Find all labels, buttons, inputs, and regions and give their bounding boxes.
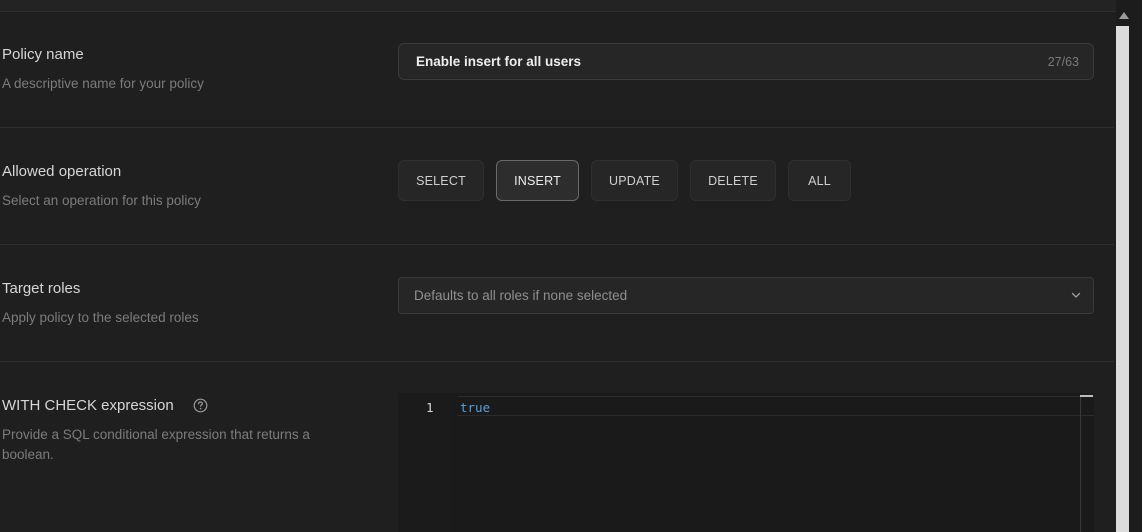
operation-update-button[interactable]: UPDATE [591, 160, 678, 201]
line-number: 1 [426, 400, 434, 415]
operation-all-button[interactable]: ALL [788, 160, 851, 201]
question-circle-icon[interactable] [193, 398, 208, 413]
character-count: 27/63 [1047, 55, 1079, 69]
sql-code-editor[interactable]: 1 true [398, 393, 1094, 532]
target-roles-description: Apply policy to the selected roles [2, 310, 199, 325]
scroll-up-arrow-icon[interactable] [1119, 12, 1129, 19]
operation-insert-button[interactable]: INSERT [496, 160, 579, 201]
allowed-operation-label: Allowed operation [2, 163, 122, 180]
minimap-slider[interactable] [1080, 395, 1093, 397]
with-check-label: WITH CHECK expression [2, 397, 174, 414]
code-keyword-true[interactable]: true [460, 400, 490, 415]
page-scrollbar-thumb[interactable] [1116, 26, 1129, 532]
policy-name-input[interactable]: Enable insert for all users 27/63 [398, 43, 1094, 80]
operation-delete-button[interactable]: DELETE [690, 160, 776, 201]
target-roles-placeholder: Defaults to all roles if none selected [414, 288, 628, 303]
policy-editor-panel: Policy name A descriptive name for your … [0, 0, 1142, 532]
policy-name-label: Policy name [2, 46, 84, 63]
target-roles-select[interactable]: Defaults to all roles if none selected [398, 277, 1094, 314]
chevron-down-icon [1071, 292, 1081, 298]
with-check-description: Provide a SQL conditional expression tha… [2, 427, 310, 462]
operation-select-button[interactable]: SELECT [398, 160, 484, 201]
policy-name-value: Enable insert for all users [416, 54, 582, 69]
current-line-highlight [458, 396, 1094, 416]
allowed-operation-description: Select an operation for this policy [2, 193, 201, 208]
policy-name-description: A descriptive name for your policy [2, 76, 204, 91]
target-roles-label: Target roles [2, 280, 81, 297]
editor-minimap[interactable] [1080, 396, 1093, 532]
editor-gutter: 1 [398, 393, 454, 532]
